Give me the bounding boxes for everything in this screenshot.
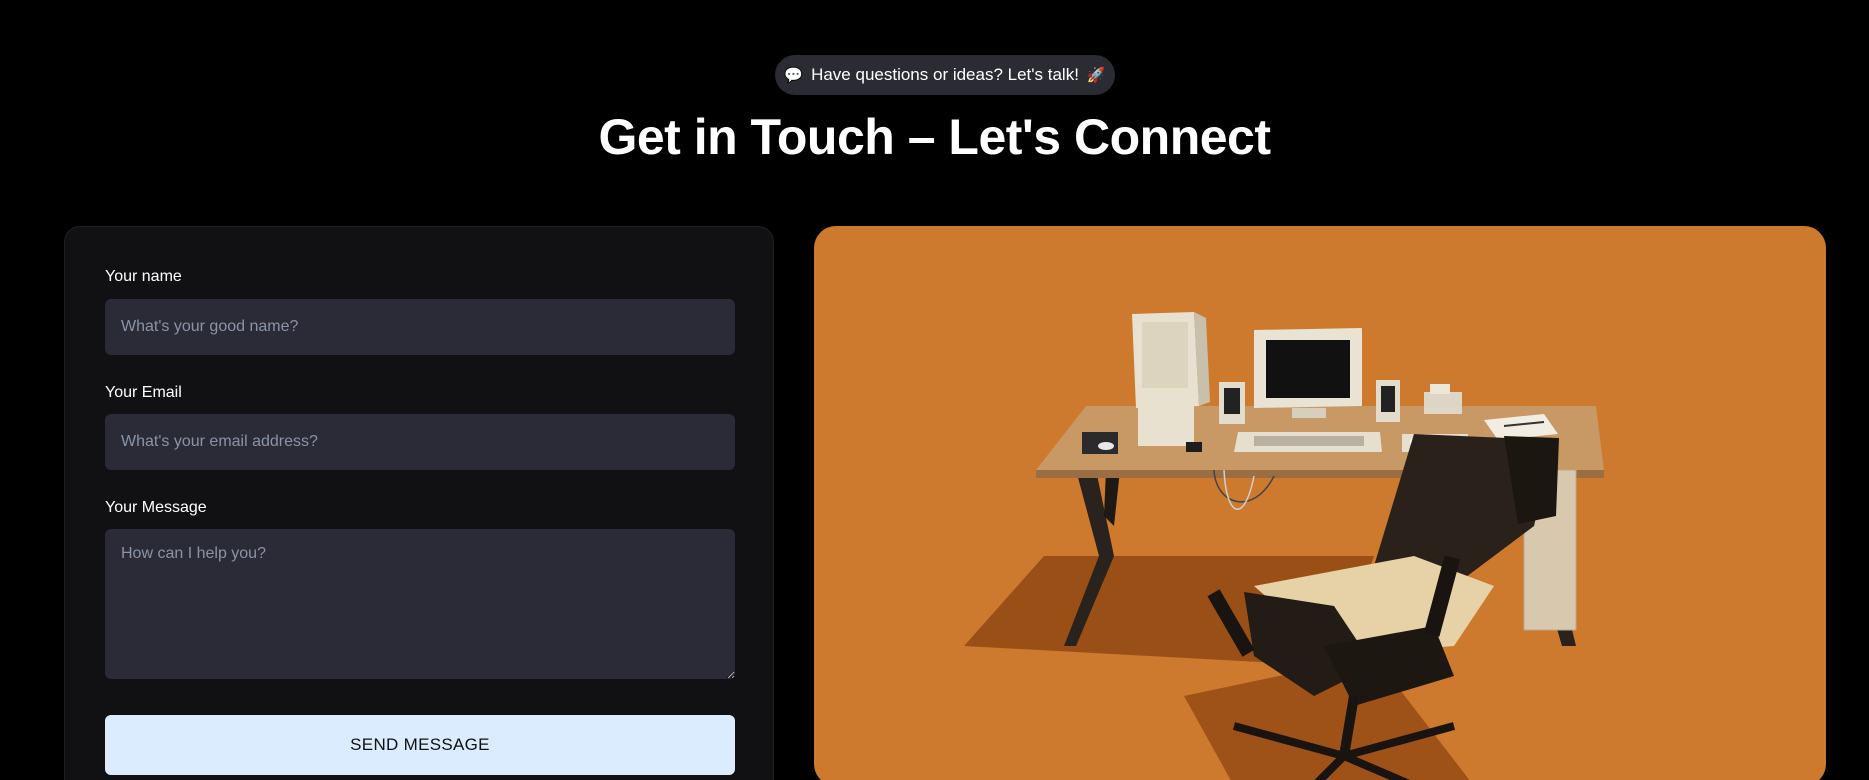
name-field[interactable] xyxy=(105,299,735,355)
rocket-icon: 🚀 xyxy=(1086,66,1106,84)
desk-phone xyxy=(1424,392,1462,414)
intro-pill-text: Have questions or ideas? Let's talk! xyxy=(811,65,1079,84)
page-title: Get in Touch – Let's Connect xyxy=(598,109,1271,165)
monitor-screen xyxy=(1266,340,1350,398)
cd-case xyxy=(1082,432,1118,454)
desk-scene-graphic xyxy=(964,312,1604,780)
message-label: Your Message xyxy=(105,499,207,516)
contact-form: Your name Your Email Your Message SEND M… xyxy=(64,226,774,780)
desk-leg-left-back xyxy=(1104,470,1120,526)
email-field[interactable] xyxy=(105,414,735,470)
desk-illustration xyxy=(814,226,1826,780)
contact-section: 💬 Have questions or ideas? Let's talk! 🚀… xyxy=(0,0,1869,780)
speech-bubble-icon: 💬 xyxy=(784,66,804,84)
intro-pill: 💬 Have questions or ideas? Let's talk! 🚀 xyxy=(775,55,1115,95)
floppy-disk xyxy=(1186,442,1202,452)
email-label: Your Email xyxy=(105,384,182,401)
send-message-button[interactable]: SEND MESSAGE xyxy=(105,715,735,775)
message-field[interactable] xyxy=(105,529,735,679)
pc-box xyxy=(1138,406,1194,446)
name-label: Your name xyxy=(105,268,182,285)
